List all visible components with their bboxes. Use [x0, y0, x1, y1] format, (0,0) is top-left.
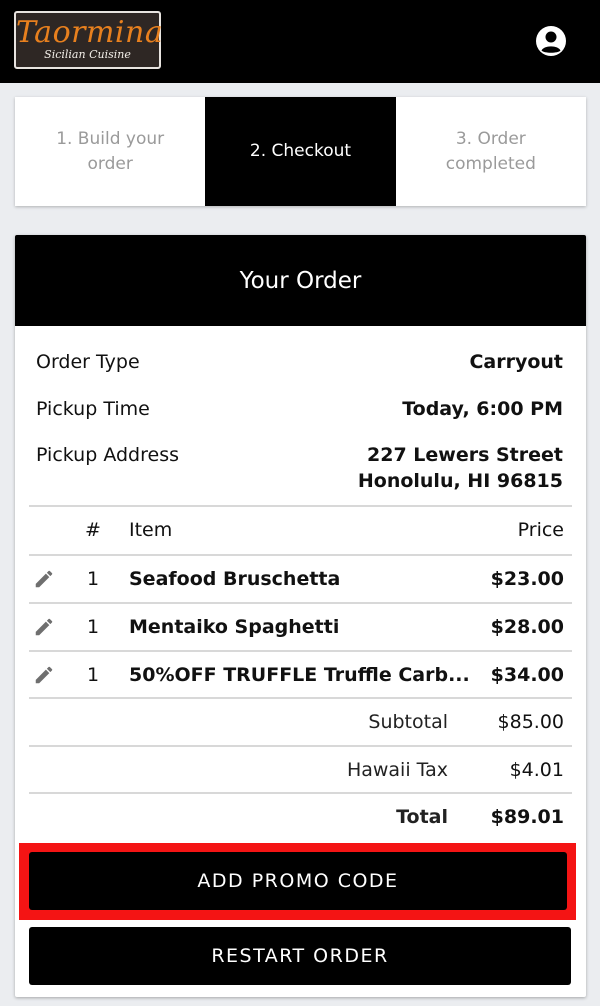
table-row: 1 Mentaiko Spaghetti $28.00 — [29, 604, 572, 650]
pencil-icon[interactable] — [33, 616, 55, 638]
tax-row: Hawaii Tax $4.01 — [29, 747, 572, 793]
order-type-label: Order Type — [36, 351, 140, 373]
total-row: Total $89.01 — [29, 794, 572, 840]
subtotal-value: $85.00 — [497, 711, 564, 733]
pickup-time-row: Pickup Time Today, 6:00 PM — [36, 396, 563, 422]
table-header: # Item Price — [29, 507, 572, 553]
step-build-order[interactable]: 1. Build your order — [15, 97, 205, 206]
restart-order-button[interactable]: RESTART ORDER — [29, 927, 571, 985]
checkout-steps: 1. Build your order 2. Checkout 3. Order… — [15, 97, 586, 206]
item-price: $34.00 — [490, 664, 564, 686]
table-row: 1 50%OFF TRUFFLE Truffle Carb... $34.00 — [29, 652, 572, 698]
subtotal-row: Subtotal $85.00 — [29, 699, 572, 745]
item-qty: 1 — [86, 616, 100, 638]
item-qty: 1 — [86, 664, 100, 686]
top-bar: Taormina Sicilian Cuisine — [0, 0, 600, 83]
item-header: Item — [129, 519, 173, 541]
order-title: Your Order — [15, 235, 586, 326]
logo-subtitle: Sicilian Cuisine — [44, 48, 131, 61]
address-line-1: 227 Lewers Street — [367, 444, 563, 466]
restaurant-logo[interactable]: Taormina Sicilian Cuisine — [14, 11, 164, 69]
pickup-address-value: 227 Lewers Street Honolulu, HI 96815 — [358, 442, 563, 494]
qty-header: # — [85, 519, 101, 541]
order-type-value: Carryout — [469, 351, 563, 373]
order-type-row: Order Type Carryout — [36, 349, 563, 375]
table-row: 1 Seafood Bruschetta $23.00 — [29, 556, 572, 602]
item-name: Mentaiko Spaghetti — [129, 616, 340, 638]
item-qty: 1 — [86, 568, 100, 590]
address-line-2: Honolulu, HI 96815 — [357, 470, 563, 492]
pickup-time-value: Today, 6:00 PM — [402, 398, 563, 420]
tax-value: $4.01 — [509, 759, 564, 781]
pencil-icon[interactable] — [33, 568, 55, 590]
pencil-icon[interactable] — [33, 664, 55, 686]
account-circle-icon[interactable] — [535, 25, 567, 57]
item-price: $28.00 — [490, 616, 564, 638]
price-header: Price — [517, 519, 564, 541]
item-name: Seafood Bruschetta — [129, 568, 341, 590]
pickup-time-label: Pickup Time — [36, 398, 150, 420]
tax-label: Hawaii Tax — [346, 759, 448, 781]
logo-name: Taormina — [16, 15, 164, 50]
add-promo-code-button[interactable]: ADD PROMO CODE — [29, 852, 567, 910]
step-order-completed: 3. Order completed — [445, 128, 536, 174]
item-name: 50%OFF TRUFFLE Truffle Carb... — [129, 664, 470, 686]
total-label: Total — [396, 806, 448, 828]
pickup-address-row: Pickup Address 227 Lewers Street Honolul… — [36, 442, 563, 494]
step-checkout[interactable]: 2. Checkout — [205, 97, 396, 206]
subtotal-label: Subtotal — [368, 711, 448, 733]
pickup-address-label: Pickup Address — [36, 444, 179, 466]
total-value: $89.01 — [490, 806, 564, 828]
item-price: $23.00 — [490, 568, 564, 590]
